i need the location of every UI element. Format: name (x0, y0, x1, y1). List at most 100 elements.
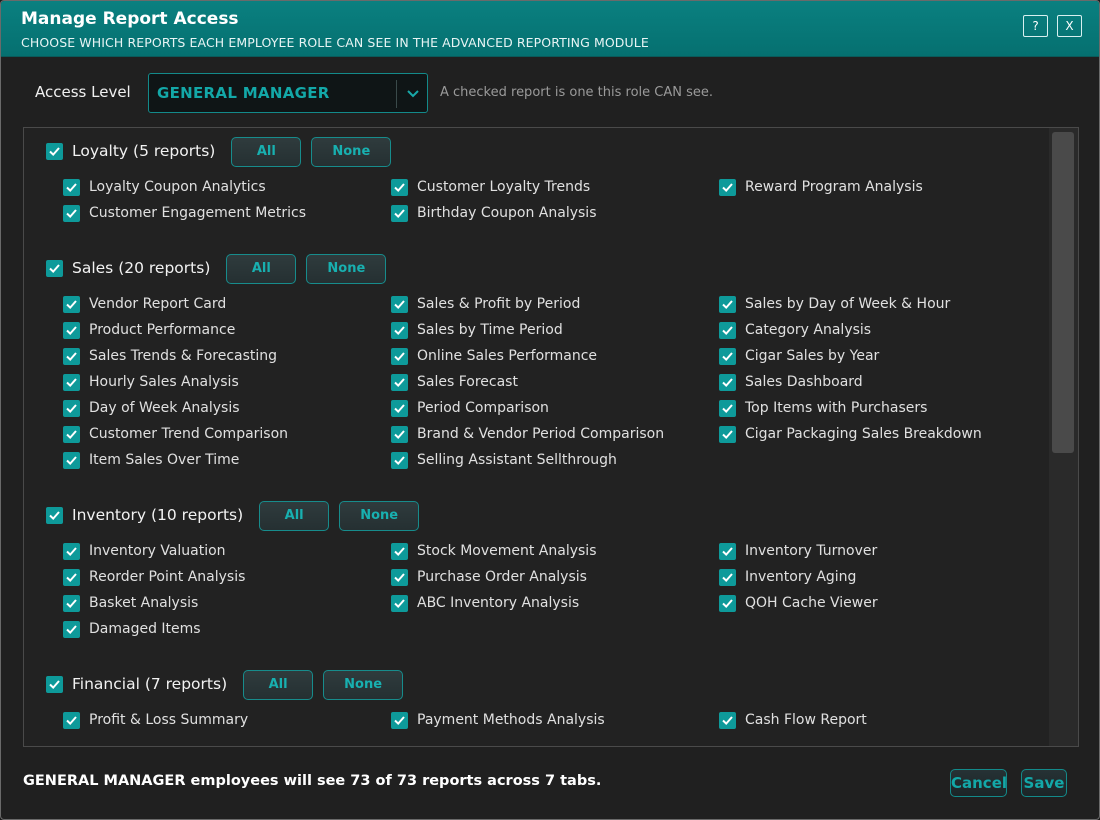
report-label: Sales by Time Period (417, 322, 563, 338)
report-checkbox[interactable] (391, 569, 408, 586)
help-button[interactable]: ? (1023, 15, 1048, 37)
checkmark-icon (722, 716, 733, 726)
report-checkbox[interactable] (63, 374, 80, 391)
report-label: Reward Program Analysis (745, 179, 923, 195)
report-checkbox[interactable] (391, 374, 408, 391)
report-checkbox[interactable] (719, 374, 736, 391)
checkmark-icon (722, 352, 733, 362)
group-checkbox-financial[interactable] (46, 676, 63, 693)
save-button[interactable]: Save (1021, 769, 1067, 797)
group-title: Inventory (10 reports) (72, 506, 243, 524)
report-checkbox[interactable] (63, 426, 80, 443)
access-level-select[interactable]: GENERAL MANAGER (148, 73, 428, 113)
report-checkbox[interactable] (719, 712, 736, 729)
report-checkbox[interactable] (63, 569, 80, 586)
report-checkbox[interactable] (391, 348, 408, 365)
report-checkbox[interactable] (63, 348, 80, 365)
report-label: Vendor Report Card (89, 296, 227, 312)
access-level-label: Access Level (35, 83, 131, 101)
report-checkbox[interactable] (391, 179, 408, 196)
report-checkbox[interactable] (719, 400, 736, 417)
report-label: Inventory Turnover (745, 543, 878, 559)
select-none-button-sales[interactable]: None (306, 254, 387, 284)
report-checkbox[interactable] (63, 712, 80, 729)
report-checkbox[interactable] (63, 179, 80, 196)
access-hint: A checked report is one this role CAN se… (440, 85, 714, 100)
group-checkbox-loyalty[interactable] (46, 143, 63, 160)
report-checkbox[interactable] (63, 543, 80, 560)
report-checkbox[interactable] (719, 179, 736, 196)
report-checkbox[interactable] (391, 543, 408, 560)
chevron-down-icon[interactable] (404, 84, 422, 102)
report-checkbox[interactable] (391, 296, 408, 313)
report-checkbox[interactable] (391, 452, 408, 469)
report-checkbox[interactable] (63, 322, 80, 339)
report-label: Inventory Valuation (89, 543, 226, 559)
select-divider (396, 80, 397, 108)
checkmark-icon (66, 430, 77, 440)
report-label: Purchase Order Analysis (417, 569, 587, 585)
report-label: Cash Flow Report (745, 712, 867, 728)
report-label: Item Sales Over Time (89, 452, 240, 468)
select-none-button-loyalty[interactable]: None (311, 137, 392, 167)
select-all-button-loyalty[interactable]: All (231, 137, 302, 167)
group-checkbox-inventory[interactable] (46, 507, 63, 524)
checkmark-icon (66, 352, 77, 362)
checkmark-icon (394, 378, 405, 388)
report-label: Damaged Items (89, 621, 201, 637)
report-checkbox[interactable] (719, 296, 736, 313)
report-label: QOH Cache Viewer (745, 595, 878, 611)
report-checkbox[interactable] (63, 296, 80, 313)
dialog-title: Manage Report Access (21, 9, 239, 29)
report-checkbox[interactable] (391, 595, 408, 612)
report-checkbox[interactable] (63, 400, 80, 417)
report-label: Customer Engagement Metrics (89, 205, 307, 221)
checkmark-icon (722, 300, 733, 310)
report-label: Hourly Sales Analysis (89, 374, 239, 390)
report-label: Customer Loyalty Trends (417, 179, 591, 195)
access-summary: GENERAL MANAGER employees will see 73 of… (23, 773, 602, 789)
report-checkbox[interactable] (391, 712, 408, 729)
report-checkbox[interactable] (63, 205, 80, 222)
report-label: Customer Trend Comparison (89, 426, 289, 442)
report-label: Online Sales Performance (417, 348, 598, 364)
checkmark-icon (394, 599, 405, 609)
checkmark-icon (394, 183, 405, 193)
report-checkbox[interactable] (719, 569, 736, 586)
checkmark-icon (66, 599, 77, 609)
select-all-button-inventory[interactable]: All (259, 501, 330, 531)
select-all-button-sales[interactable]: All (226, 254, 297, 284)
report-checkbox[interactable] (391, 400, 408, 417)
report-checkbox[interactable] (391, 426, 408, 443)
select-none-button-financial[interactable]: None (323, 670, 404, 700)
manage-report-access-dialog: Manage Report Access CHOOSE WHICH REPORT… (0, 0, 1100, 820)
report-checkbox[interactable] (719, 595, 736, 612)
group-checkbox-sales[interactable] (46, 260, 63, 277)
scrollbar-track[interactable] (1049, 128, 1078, 746)
close-button[interactable]: X (1057, 15, 1082, 37)
report-checkbox[interactable] (63, 452, 80, 469)
report-checkbox[interactable] (719, 426, 736, 443)
group-name: Financial (72, 675, 140, 693)
cancel-button[interactable]: Cancel (950, 769, 1007, 797)
select-none-button-inventory[interactable]: None (339, 501, 420, 531)
checkmark-icon (66, 716, 77, 726)
checkmark-icon (66, 326, 77, 336)
report-label: Cigar Packaging Sales Breakdown (745, 426, 982, 442)
select-all-button-financial[interactable]: All (243, 670, 314, 700)
report-checkbox[interactable] (63, 621, 80, 638)
report-label: Product Performance (89, 322, 236, 338)
report-label: Loyalty Coupon Analytics (89, 179, 266, 195)
report-checkbox[interactable] (63, 595, 80, 612)
scrollbar-thumb[interactable] (1052, 132, 1074, 453)
report-label: Category Analysis (745, 322, 872, 338)
report-label: Basket Analysis (89, 595, 199, 611)
report-checkbox[interactable] (391, 322, 408, 339)
report-checkbox[interactable] (719, 322, 736, 339)
group-title: Sales (20 reports) (72, 259, 210, 277)
report-checkbox[interactable] (391, 205, 408, 222)
checkmark-icon (49, 147, 60, 157)
report-checkbox[interactable] (719, 348, 736, 365)
report-checkbox[interactable] (719, 543, 736, 560)
checkmark-icon (394, 404, 405, 414)
